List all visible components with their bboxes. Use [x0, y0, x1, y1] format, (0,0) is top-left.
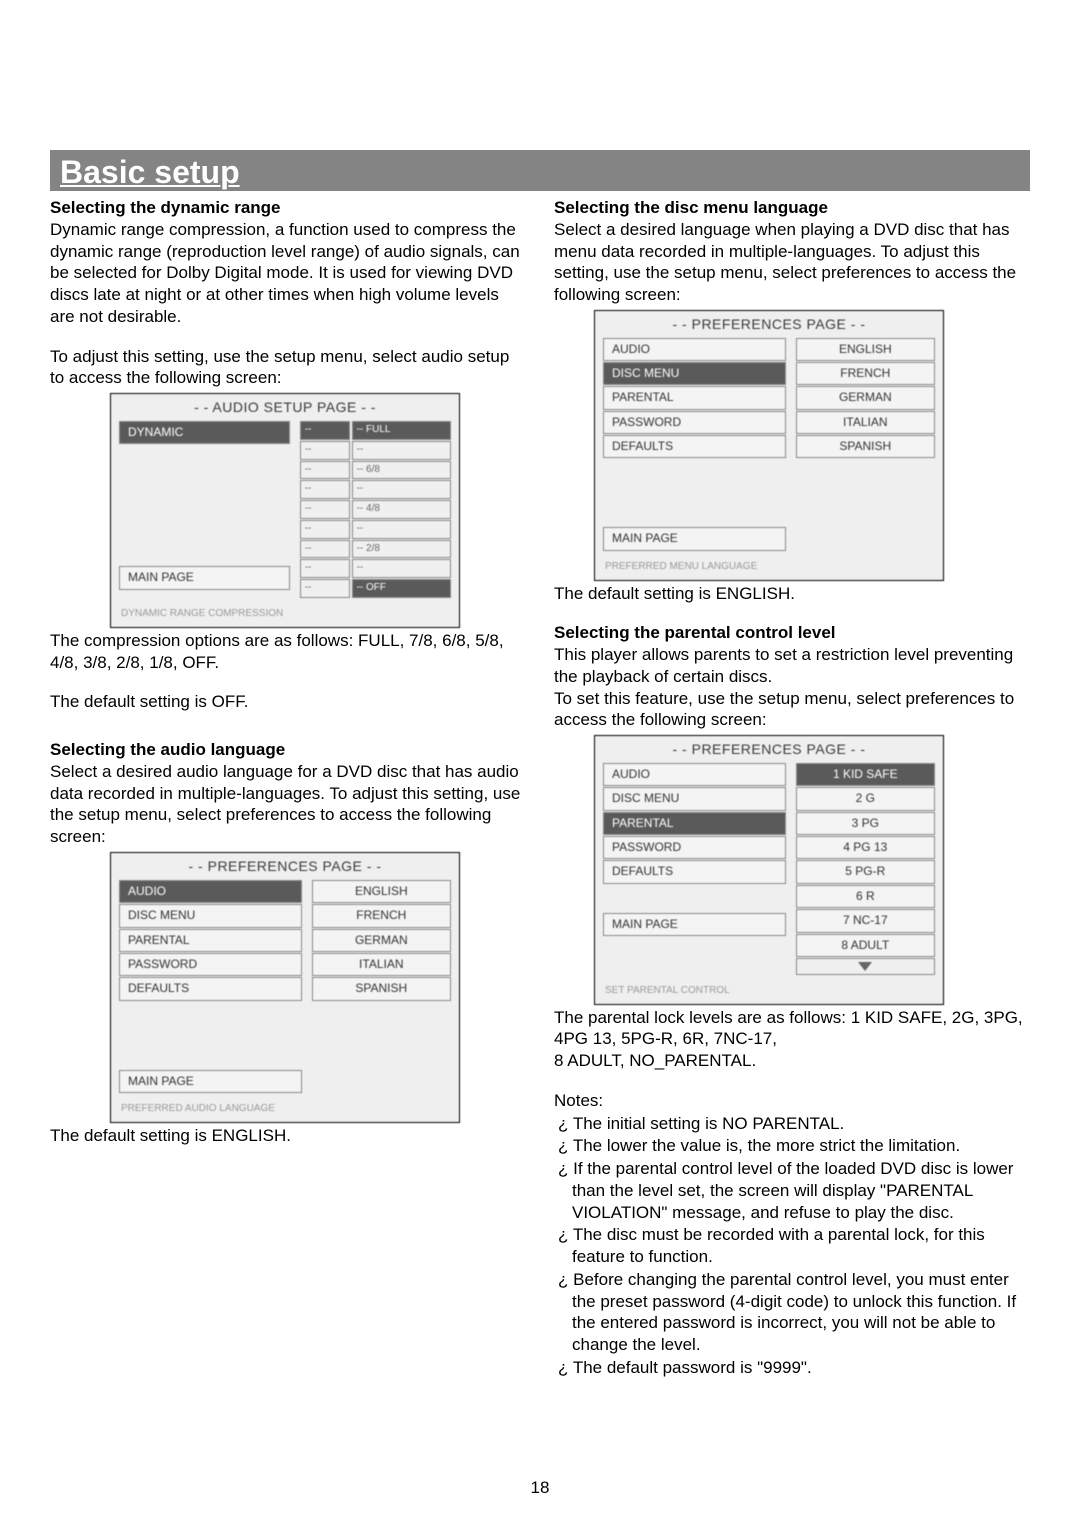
notes-heading: Notes: — [554, 1090, 1030, 1112]
para-default-english-1: The default setting is ENGLISH. — [50, 1125, 526, 1147]
opt-spanish[interactable]: SPANISH — [796, 435, 935, 458]
section-title-bar: Basic setup — [50, 150, 1030, 191]
menu-item-defaults[interactable]: DEFAULTS — [119, 977, 302, 1000]
menu-item-defaults[interactable]: DEFAULTS — [603, 435, 786, 458]
opt-cell[interactable]: -- — [300, 500, 350, 519]
opt-kidsafe[interactable]: 1 KID SAFE — [796, 763, 935, 786]
opt-pg13[interactable]: 4 PG 13 — [796, 836, 935, 859]
menu-item-password[interactable]: PASSWORD — [603, 836, 786, 859]
notes-list: ¿ The initial setting is NO PARENTAL. ¿ … — [554, 1113, 1030, 1379]
menu-item-password[interactable]: PASSWORD — [119, 953, 302, 976]
left-column: Selecting the dynamic range Dynamic rang… — [50, 195, 526, 1379]
opt-g[interactable]: 2 G — [796, 787, 935, 810]
screen-title: - - PREFERENCES PAGE - - — [595, 311, 943, 338]
opt-68[interactable]: -- 6/8 — [352, 461, 451, 480]
screen-footer: DYNAMIC RANGE COMPRESSION — [111, 606, 459, 627]
opt-cell[interactable]: -- — [300, 480, 350, 499]
opt-italian[interactable]: ITALIAN — [796, 411, 935, 434]
para-dynamic-range-desc: Dynamic range compression, a function us… — [50, 219, 526, 328]
opt-italian[interactable]: ITALIAN — [312, 953, 451, 976]
menu-item-parental[interactable]: PARENTAL — [603, 386, 786, 409]
para-default-off: The default setting is OFF. — [50, 691, 526, 713]
opt-pg[interactable]: 3 PG — [796, 812, 935, 835]
note-item: ¿ The default password is "9999". — [554, 1357, 1030, 1379]
opt-off[interactable]: -- OFF — [352, 579, 451, 598]
menu-item-mainpage[interactable]: MAIN PAGE — [119, 1070, 302, 1093]
opt-cell[interactable]: -- — [300, 579, 350, 598]
menu-item-audio[interactable]: AUDIO — [603, 338, 786, 361]
menu-item-mainpage[interactable]: MAIN PAGE — [603, 527, 786, 550]
para-dynamic-range-instr: To adjust this setting, use the setup me… — [50, 346, 526, 390]
opt-cell[interactable]: -- — [300, 441, 350, 460]
section-title: Basic setup — [60, 154, 240, 190]
heading-dynamic-range: Selecting the dynamic range — [50, 197, 526, 219]
opt-german[interactable]: GERMAN — [312, 929, 451, 952]
para-parental-desc2: To set this feature, use the setup menu,… — [554, 688, 1030, 732]
screen-preferences-audio: - - PREFERENCES PAGE - - AUDIO DISC MENU… — [110, 852, 460, 1123]
opt-pgr[interactable]: 5 PG-R — [796, 860, 935, 883]
opt-cell[interactable]: -- — [352, 520, 451, 539]
right-column: Selecting the disc menu language Select … — [554, 195, 1030, 1379]
menu-item-discmenu[interactable]: DISC MENU — [119, 904, 302, 927]
menu-item-audio[interactable]: AUDIO — [119, 880, 302, 903]
note-item: ¿ Before changing the parental control l… — [554, 1269, 1030, 1356]
note-item: ¿ The lower the value is, the more stric… — [554, 1135, 1030, 1157]
opt-adult[interactable]: 8 ADULT — [796, 934, 935, 957]
menu-item-password[interactable]: PASSWORD — [603, 411, 786, 434]
screen-audio-setup: - - AUDIO SETUP PAGE - - DYNAMIC MAIN PA… — [110, 393, 460, 628]
page-number: 18 — [0, 1478, 1080, 1498]
screen-footer: SET PARENTAL CONTROL — [595, 983, 943, 1004]
para-parental-desc1: This player allows parents to set a rest… — [554, 644, 1030, 688]
menu-item-audio[interactable]: AUDIO — [603, 763, 786, 786]
screen-title: - - PREFERENCES PAGE - - — [111, 853, 459, 880]
para-parental-levels: The parental lock levels are as follows:… — [554, 1007, 1030, 1051]
menu-item-discmenu[interactable]: DISC MENU — [603, 362, 786, 385]
opt-cell[interactable]: -- — [300, 559, 350, 578]
heading-disc-menu-language: Selecting the disc menu language — [554, 197, 1030, 219]
para-disc-menu-desc: Select a desired language when playing a… — [554, 219, 1030, 306]
opt-spanish[interactable]: SPANISH — [312, 977, 451, 1000]
menu-item-discmenu[interactable]: DISC MENU — [603, 787, 786, 810]
menu-item-defaults[interactable]: DEFAULTS — [603, 860, 786, 883]
opt-full[interactable]: -- FULL — [352, 421, 451, 440]
heading-parental-control: Selecting the parental control level — [554, 622, 1030, 644]
note-item: ¿ If the parental control level of the l… — [554, 1158, 1030, 1223]
screen-title: - - AUDIO SETUP PAGE - - — [111, 394, 459, 421]
opt-cell[interactable]: -- — [352, 441, 451, 460]
opt-cell[interactable]: -- — [300, 421, 350, 440]
opt-cell[interactable]: -- — [352, 559, 451, 578]
menu-item-parental[interactable]: PARENTAL — [603, 812, 786, 835]
screen-preferences-parental: - - PREFERENCES PAGE - - AUDIO DISC MENU… — [594, 735, 944, 1005]
screen-footer: PREFERRED AUDIO LANGUAGE — [111, 1101, 459, 1122]
screen-title: - - PREFERENCES PAGE - - — [595, 736, 943, 763]
opt-cell[interactable]: -- — [352, 480, 451, 499]
opt-cell[interactable]: -- — [300, 520, 350, 539]
opt-english[interactable]: ENGLISH — [796, 338, 935, 361]
opt-28[interactable]: -- 2/8 — [352, 540, 451, 559]
opt-cell[interactable]: -- — [300, 540, 350, 559]
menu-item-parental[interactable]: PARENTAL — [119, 929, 302, 952]
down-arrow-icon[interactable] — [796, 958, 935, 975]
screen-preferences-discmenu: - - PREFERENCES PAGE - - AUDIO DISC MENU… — [594, 310, 944, 581]
opt-nc17[interactable]: 7 NC-17 — [796, 909, 935, 932]
opt-french[interactable]: FRENCH — [312, 904, 451, 927]
menu-item-mainpage[interactable]: MAIN PAGE — [119, 566, 290, 589]
note-item: ¿ The initial setting is NO PARENTAL. — [554, 1113, 1030, 1135]
opt-48[interactable]: -- 4/8 — [352, 500, 451, 519]
opt-french[interactable]: FRENCH — [796, 362, 935, 385]
para-parental-levels-b: 8 ADULT, NO_PARENTAL. — [554, 1050, 1030, 1072]
opt-r[interactable]: 6 R — [796, 885, 935, 908]
note-item: ¿ The disc must be recorded with a paren… — [554, 1224, 1030, 1268]
para-default-english-2: The default setting is ENGLISH. — [554, 583, 1030, 605]
opt-german[interactable]: GERMAN — [796, 386, 935, 409]
para-audio-lang-desc: Select a desired audio language for a DV… — [50, 761, 526, 848]
opt-english[interactable]: ENGLISH — [312, 880, 451, 903]
menu-item-mainpage[interactable]: MAIN PAGE — [603, 913, 786, 936]
screen-footer: PREFERRED MENU LANGUAGE — [595, 559, 943, 580]
menu-item-dynamic[interactable]: DYNAMIC — [119, 421, 290, 444]
heading-audio-language: Selecting the audio language — [50, 739, 526, 761]
opt-cell[interactable]: -- — [300, 461, 350, 480]
para-compression-options: The compression options are as follows: … — [50, 630, 526, 674]
